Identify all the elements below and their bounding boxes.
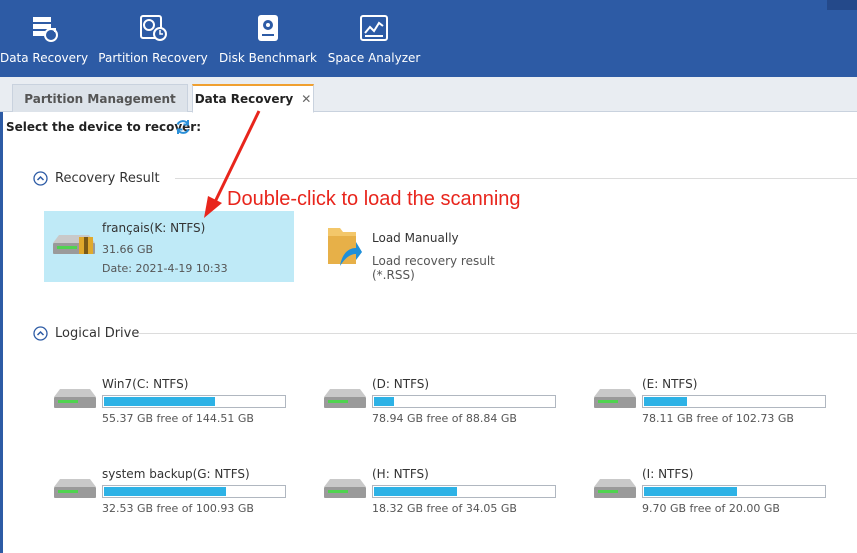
recovery-result-heading: Recovery Result [55, 171, 160, 186]
tab-strip: Partition Management Data Recovery ✕ [0, 77, 857, 113]
result-size: 31.66 GB [102, 243, 154, 256]
hard-drive-icon [54, 479, 96, 498]
drive-usage-bar [372, 485, 556, 498]
hard-drive-icon [324, 389, 366, 408]
tab-label: Data Recovery [194, 92, 294, 106]
folder-arrow-icon [328, 228, 362, 266]
logical-drive-item[interactable]: (H: NTFS) 18.32 GB free of 34.05 GB [322, 467, 562, 522]
close-icon[interactable]: ✕ [301, 92, 311, 106]
refresh-icon[interactable] [174, 118, 192, 136]
toolbar-label: Space Analyzer [327, 51, 421, 65]
select-device-label: Select the device to recover: [6, 120, 201, 134]
drive-free-space: 18.32 GB free of 34.05 GB [372, 502, 517, 515]
toolbar-label: Data Recovery [0, 51, 89, 65]
hard-drive-icon [594, 389, 636, 408]
hard-drive-icon [54, 389, 96, 408]
result-name: français(K: NTFS) [102, 221, 206, 235]
section-divider [175, 178, 857, 179]
drive-usage-fill [644, 487, 737, 496]
recovery-result-section-header: Recovery Result [33, 171, 160, 186]
drive-free-space: 78.11 GB free of 102.73 GB [642, 412, 794, 425]
drive-name: (E: NTFS) [642, 377, 698, 391]
logical-drive-item[interactable]: (D: NTFS) 78.94 GB free of 88.84 GB [322, 377, 562, 432]
logical-drive-item[interactable]: (I: NTFS) 9.70 GB free of 20.00 GB [592, 467, 832, 522]
main-toolbar: Data Recovery Partition Recovery Disk Be… [0, 0, 857, 77]
drive-usage-bar [642, 395, 826, 408]
drive-usage-fill [104, 487, 226, 496]
annotation-text: Double-click to load the scanning [227, 188, 521, 210]
tab-partition-management[interactable]: Partition Management [12, 84, 188, 112]
load-manually-button[interactable]: Load Manually Load recovery result (*.RS… [324, 224, 524, 282]
drive-name: system backup(G: NTFS) [102, 467, 250, 481]
hard-drive-icon [324, 479, 366, 498]
disk-benchmark-icon [258, 15, 278, 41]
logical-drive-section-header: Logical Drive [33, 326, 139, 341]
logical-drive-item[interactable]: Win7(C: NTFS) 55.37 GB free of 144.51 GB [52, 377, 292, 432]
hard-drive-icon [53, 235, 95, 254]
drive-usage-bar [102, 395, 286, 408]
load-manually-description: Load recovery result (*.RSS) [372, 254, 495, 282]
drive-free-space: 9.70 GB free of 20.00 GB [642, 502, 780, 515]
toolbar-disk-benchmark-button[interactable]: Disk Benchmark [219, 0, 317, 77]
hard-drive-icon [594, 479, 636, 498]
toolbar-data-recovery-button[interactable]: Data Recovery [0, 0, 88, 77]
drive-usage-fill [644, 397, 687, 406]
window-control[interactable] [827, 0, 857, 10]
drive-name: (I: NTFS) [642, 467, 694, 481]
drive-usage-bar [642, 485, 826, 498]
drive-usage-fill [374, 397, 394, 406]
drive-usage-bar [102, 485, 286, 498]
logical-drive-heading: Logical Drive [55, 326, 140, 341]
drive-free-space: 55.37 GB free of 144.51 GB [102, 412, 254, 425]
toolbar-label: Disk Benchmark [219, 51, 317, 65]
toolbar-partition-recovery-button[interactable]: Partition Recovery [98, 0, 208, 77]
window-left-border [0, 112, 3, 553]
drive-usage-fill [104, 397, 215, 406]
section-divider [138, 333, 857, 334]
drive-free-space: 32.53 GB free of 100.93 GB [102, 502, 254, 515]
partition-recovery-icon [140, 15, 167, 41]
toolbar-space-analyzer-button[interactable]: Space Analyzer [328, 0, 420, 77]
space-analyzer-icon [360, 15, 388, 41]
toolbar-label: Partition Recovery [98, 51, 208, 65]
chevron-up-icon[interactable] [33, 171, 48, 186]
data-recovery-icon [33, 17, 58, 42]
drive-name: (D: NTFS) [372, 377, 430, 391]
drive-free-space: 78.94 GB free of 88.84 GB [372, 412, 517, 425]
result-date: Date: 2021-4-19 10:33 [102, 262, 228, 275]
tab-label: Partition Management [24, 91, 176, 106]
chevron-up-icon[interactable] [33, 326, 48, 341]
drive-usage-bar [372, 395, 556, 408]
drive-name: Win7(C: NTFS) [102, 377, 189, 391]
logical-drive-item[interactable]: (E: NTFS) 78.11 GB free of 102.73 GB [592, 377, 832, 432]
drive-name: (H: NTFS) [372, 467, 429, 481]
logical-drive-item[interactable]: system backup(G: NTFS) 32.53 GB free of 1… [52, 467, 292, 522]
drive-usage-fill [374, 487, 457, 496]
load-manually-title: Load Manually [372, 231, 459, 245]
